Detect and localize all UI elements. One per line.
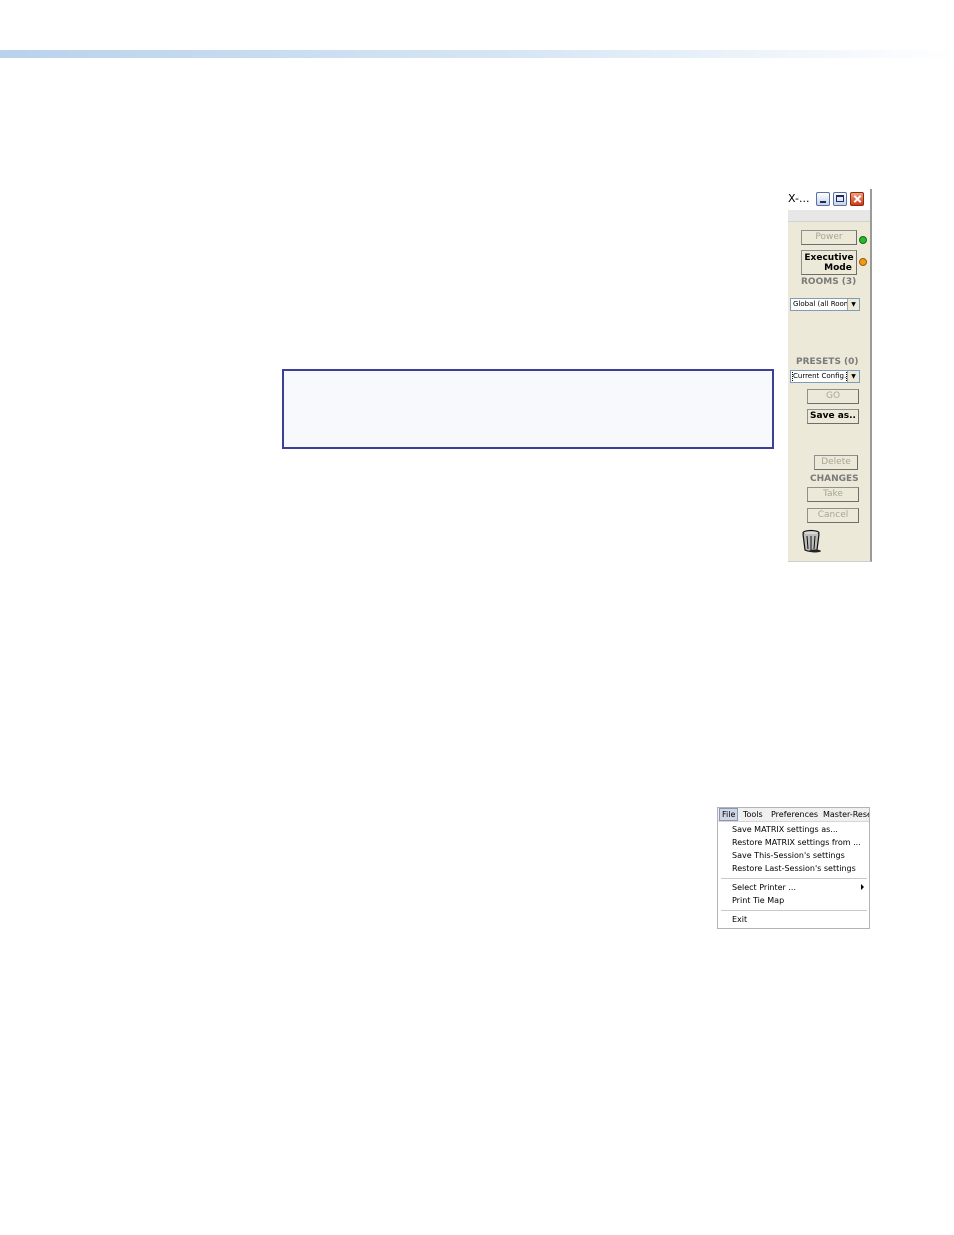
delete-button[interactable]: Delete bbox=[814, 455, 858, 470]
executive-mode-line1: Executive bbox=[804, 253, 854, 263]
rooms-select[interactable]: Global (all Room ▼ bbox=[790, 298, 860, 311]
minimize-button[interactable] bbox=[816, 192, 830, 206]
save-as-button[interactable]: Save as.. bbox=[807, 409, 859, 424]
rooms-label: ROOMS (3) bbox=[801, 277, 857, 287]
changes-label: CHANGES bbox=[810, 474, 859, 484]
presets-label: PRESETS (0) bbox=[796, 357, 859, 367]
menu-tools[interactable]: Tools bbox=[741, 808, 765, 821]
submenu-arrow-icon bbox=[861, 884, 864, 890]
menu-item-exit[interactable]: Exit bbox=[732, 914, 747, 925]
menu-file[interactable]: File bbox=[719, 808, 739, 821]
file-menu: File Tools Preferences Master-Reset Save… bbox=[717, 807, 870, 929]
header-rule bbox=[0, 50, 954, 58]
menu-item-restore-last-session[interactable]: Restore Last-Session's settings bbox=[732, 863, 856, 874]
take-button[interactable]: Take bbox=[807, 487, 859, 502]
menu-item-restore-matrix[interactable]: Restore MATRIX settings from ... bbox=[732, 837, 861, 848]
note-box bbox=[282, 369, 774, 449]
menu-item-print-tie-map[interactable]: Print Tie Map bbox=[732, 895, 784, 906]
maximize-button[interactable] bbox=[833, 192, 847, 206]
power-led-icon bbox=[859, 236, 867, 244]
executive-mode-line2: Mode bbox=[824, 263, 852, 273]
go-button[interactable]: GO bbox=[807, 389, 859, 404]
menu-item-save-matrix[interactable]: Save MATRIX settings as... bbox=[732, 824, 838, 835]
chevron-down-icon[interactable]: ▼ bbox=[847, 371, 859, 382]
menu-item-save-session[interactable]: Save This-Session's settings bbox=[732, 850, 845, 861]
presets-select[interactable]: Current Config. ▼ bbox=[790, 370, 860, 383]
power-button[interactable]: Power bbox=[801, 230, 857, 245]
presets-select-value: Current Config. bbox=[791, 371, 848, 382]
window-title: X-... bbox=[788, 192, 810, 205]
executive-led-icon bbox=[859, 258, 867, 266]
menu-bar: File Tools Preferences Master-Reset bbox=[718, 808, 869, 822]
menu-item-select-printer[interactable]: Select Printer ... bbox=[732, 882, 796, 893]
cancel-button[interactable]: Cancel bbox=[807, 508, 859, 523]
control-panel-window: X-... Power Executive Mode ROOMS (3) Glo… bbox=[788, 189, 872, 562]
menu-separator bbox=[721, 878, 867, 879]
title-bar: X-... bbox=[788, 189, 870, 210]
executive-mode-button[interactable]: Executive Mode bbox=[801, 250, 857, 275]
close-button[interactable] bbox=[850, 192, 864, 206]
rooms-select-value: Global (all Room bbox=[793, 300, 851, 308]
menu-master-reset[interactable]: Master-Reset bbox=[821, 808, 869, 821]
trash-icon[interactable] bbox=[800, 529, 822, 553]
menu-separator bbox=[721, 910, 867, 911]
menu-preferences[interactable]: Preferences bbox=[769, 808, 820, 821]
menu-strip bbox=[788, 210, 870, 222]
chevron-down-icon[interactable]: ▼ bbox=[847, 299, 859, 310]
